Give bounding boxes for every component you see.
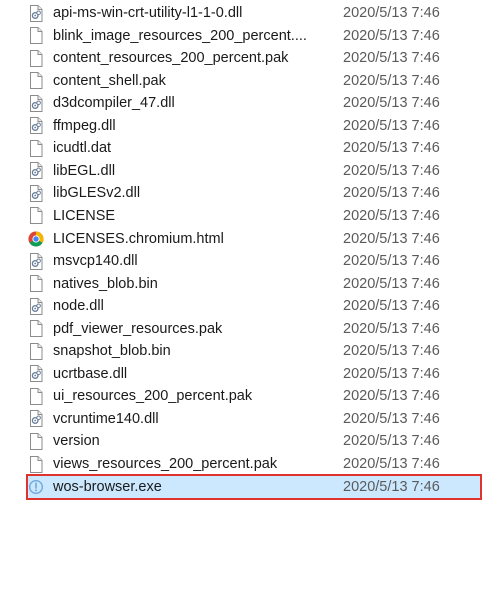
dll-file-icon: [28, 297, 44, 315]
blank-file-icon: [28, 72, 44, 90]
file-name: libEGL.dll: [53, 162, 116, 179]
file-name: ffmpeg.dll: [53, 117, 116, 134]
file-modified-date: 2020/5/13 7:46: [343, 410, 440, 427]
file-modified-date: 2020/5/13 7:46: [343, 275, 440, 292]
file-row[interactable]: d3dcompiler_47.dll 2020/5/13 7:46: [28, 92, 480, 114]
file-name: LICENSE: [53, 207, 116, 224]
file-row[interactable]: content_resources_200_percent.pak 2020/5/…: [28, 47, 480, 69]
file-row[interactable]: icudtl.dat 2020/5/13 7:46: [28, 137, 480, 159]
file-row[interactable]: content_shell.pak 2020/5/13 7:46: [28, 70, 480, 92]
file-name: libGLESv2.dll: [53, 185, 141, 202]
dll-file-icon: [28, 184, 44, 202]
dll-file-icon: [28, 365, 44, 383]
file-row[interactable]: libGLESv2.dll 2020/5/13 7:46: [28, 182, 480, 204]
file-name: node.dll: [53, 298, 104, 315]
dll-file-icon: [28, 252, 44, 270]
blank-file-icon: [28, 342, 44, 360]
file-modified-date: 2020/5/13 7:46: [343, 95, 440, 112]
file-name: ucrtbase.dll: [53, 365, 128, 382]
file-row[interactable]: vcruntime140.dll 2020/5/13 7:46: [28, 408, 480, 430]
dll-file-icon: [28, 94, 44, 112]
file-name: pdf_viewer_resources.pak: [53, 320, 223, 337]
file-modified-date: 2020/5/13 7:46: [343, 365, 440, 382]
file-modified-date: 2020/5/13 7:46: [343, 388, 440, 405]
file-row[interactable]: pdf_viewer_resources.pak 2020/5/13 7:46: [28, 318, 480, 340]
dll-file-icon: [28, 410, 44, 428]
chrome-icon: [28, 230, 44, 248]
dll-file-icon: [28, 4, 44, 22]
file-row[interactable]: blink_image_resources_200_percent.... 202…: [28, 25, 480, 47]
file-name: blink_image_resources_200_percent....: [53, 27, 307, 44]
file-row[interactable]: LICENSES.chromium.html 2020/5/13 7:46: [28, 228, 480, 250]
file-modified-date: 2020/5/13 7:46: [343, 140, 440, 157]
file-row[interactable]: version 2020/5/13 7:46: [28, 430, 480, 452]
file-name: LICENSES.chromium.html: [53, 230, 224, 247]
file-name: d3dcompiler_47.dll: [53, 95, 175, 112]
file-row[interactable]: wos-browser.exe 2020/5/13 7:46: [26, 473, 482, 500]
file-modified-date: 2020/5/13 7:46: [343, 185, 440, 202]
file-name: content_shell.pak: [53, 72, 166, 89]
file-name: natives_blob.bin: [53, 275, 158, 292]
file-row[interactable]: natives_blob.bin 2020/5/13 7:46: [28, 273, 480, 295]
file-modified-date: 2020/5/13 7:46: [343, 456, 440, 472]
file-name: content_resources_200_percent.pak: [53, 50, 289, 67]
file-row[interactable]: ucrtbase.dll 2020/5/13 7:46: [28, 363, 480, 385]
exe-app-icon: [28, 478, 44, 496]
file-row[interactable]: snapshot_blob.bin 2020/5/13 7:46: [28, 340, 480, 362]
blank-file-icon: [28, 207, 44, 225]
file-modified-date: 2020/5/13 7:46: [343, 27, 440, 44]
file-modified-date: 2020/5/13 7:46: [343, 72, 440, 89]
file-row[interactable]: api-ms-win-crt-utility-l1-1-0.dll 2020/5/…: [28, 2, 480, 24]
file-list: api-ms-win-crt-utility-l1-1-0.dll 2020/5/…: [0, 0, 486, 590]
blank-file-icon: [28, 27, 44, 45]
blank-file-icon: [28, 387, 44, 405]
file-name: wos-browser.exe: [53, 478, 162, 495]
file-name: views_resources_200_percent.pak: [53, 456, 278, 472]
file-modified-date: 2020/5/13 7:46: [343, 298, 440, 315]
file-name: api-ms-win-crt-utility-l1-1-0.dll: [53, 5, 243, 21]
file-name: snapshot_blob.bin: [53, 343, 171, 360]
file-modified-date: 2020/5/13 7:46: [343, 320, 440, 337]
file-modified-date: 2020/5/13 7:46: [343, 433, 440, 450]
file-row[interactable]: node.dll 2020/5/13 7:46: [28, 295, 480, 317]
file-row[interactable]: msvcp140.dll 2020/5/13 7:46: [28, 250, 480, 272]
blank-file-icon: [28, 139, 44, 157]
blank-file-icon: [28, 49, 44, 67]
file-modified-date: 2020/5/13 7:46: [343, 117, 440, 134]
file-modified-date: 2020/5/13 7:46: [343, 50, 440, 67]
file-name: vcruntime140.dll: [53, 410, 159, 427]
file-row[interactable]: ffmpeg.dll 2020/5/13 7:46: [28, 115, 480, 137]
blank-file-icon: [28, 320, 44, 338]
file-modified-date: 2020/5/13 7:46: [343, 207, 440, 224]
file-name: msvcp140.dll: [53, 253, 138, 270]
file-modified-date: 2020/5/13 7:46: [343, 230, 440, 247]
file-modified-date: 2020/5/13 7:46: [343, 5, 440, 21]
blank-file-icon: [28, 275, 44, 293]
file-row[interactable]: libEGL.dll 2020/5/13 7:46: [28, 160, 480, 182]
blank-file-icon: [28, 455, 44, 473]
file-modified-date: 2020/5/13 7:46: [343, 343, 440, 360]
file-name: version: [53, 433, 100, 450]
file-row[interactable]: views_resources_200_percent.pak 2020/5/13…: [28, 453, 480, 475]
file-row[interactable]: ui_resources_200_percent.pak 2020/5/13 7:…: [28, 385, 480, 407]
file-modified-date: 2020/5/13 7:46: [343, 253, 440, 270]
dll-file-icon: [28, 162, 44, 180]
blank-file-icon: [28, 432, 44, 450]
file-modified-date: 2020/5/13 7:46: [343, 162, 440, 179]
dll-file-icon: [28, 117, 44, 135]
file-row[interactable]: LICENSE 2020/5/13 7:46: [28, 205, 480, 227]
file-name: ui_resources_200_percent.pak: [53, 388, 253, 405]
file-name: icudtl.dat: [53, 140, 112, 157]
file-modified-date: 2020/5/13 7:46: [343, 478, 440, 495]
